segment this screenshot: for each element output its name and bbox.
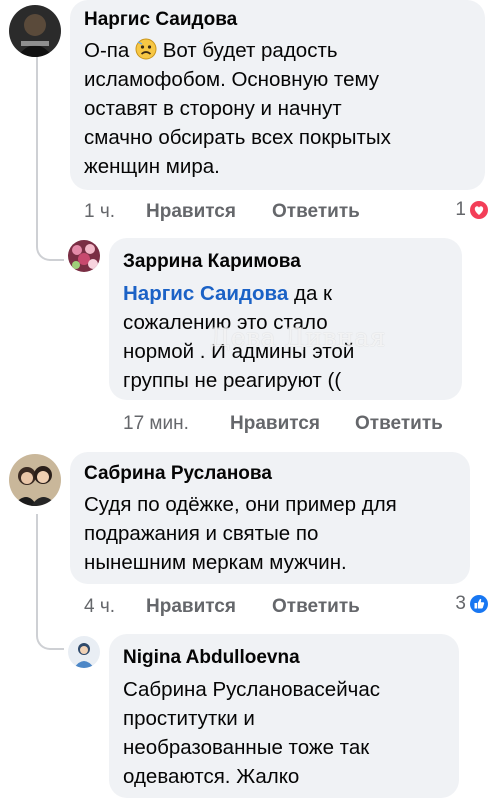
reply-button[interactable]: Ответить — [272, 595, 360, 619]
mention-link[interactable]: Наргис Саидова — [123, 282, 288, 305]
reply-button[interactable]: Ответить — [272, 200, 360, 224]
reaction-count: 1 — [455, 199, 466, 220]
reaction-summary[interactable]: 1 — [430, 198, 488, 222]
comment-timestamp[interactable]: 1 ч. — [84, 200, 115, 224]
comment-text-line: проститутки и — [123, 707, 255, 730]
thread-connector — [36, 514, 64, 650]
comment-text-line: одеваются. Жалко — [123, 765, 300, 788]
comment-timestamp[interactable]: 17 мин. — [123, 412, 189, 436]
comment-actions: 4 ч. Нравится Ответить — [84, 595, 384, 619]
reply-button[interactable]: Ответить — [355, 412, 443, 436]
comment-actions: 17 мин. Нравится Ответить — [123, 412, 463, 436]
comment-author[interactable]: Nigina Abdulloevna — [123, 646, 445, 670]
reaction-summary[interactable]: 3 — [430, 592, 488, 616]
comment-actions: 1 ч. Нравится Ответить — [84, 200, 384, 224]
like-button[interactable]: Нравится — [146, 200, 236, 224]
comment-text-line: группы не реагируют (( — [123, 369, 342, 392]
comment-author[interactable]: Сабрина Русланова — [84, 462, 456, 486]
comment-timestamp[interactable]: 4 ч. — [84, 595, 115, 619]
comment-text-line: необразованные тоже так — [123, 736, 370, 759]
comment-text-line: подражания и святые по — [84, 522, 319, 545]
comment-author[interactable]: Наргис Саидова — [84, 8, 471, 32]
comment-bubble: Наргис Саидова О-па Вот будет радость ис… — [70, 0, 485, 190]
comment-text-line: О-па — [84, 39, 130, 62]
comment-bubble: Сабрина Русланова Судя по одёжке, они пр… — [70, 452, 470, 584]
like-reaction-icon — [470, 595, 488, 613]
comment-author[interactable]: Заррина Каримова — [123, 250, 448, 274]
comment-bubble: Заррина Каримова Наргис Саидова да к сож… — [109, 238, 462, 400]
worried-face-emoji-icon — [135, 38, 157, 60]
comment-text-line: нынешним меркам мужчин. — [84, 551, 347, 574]
comment-text-line: смачно обсирать всех покрытых — [84, 126, 391, 149]
comment-text-line: женщин мира. — [84, 155, 220, 178]
avatar[interactable] — [9, 454, 61, 506]
reaction-count: 3 — [455, 593, 466, 614]
love-reaction-icon — [470, 201, 488, 219]
comment-text: Сабрина Руслановасейчас проститутки и не… — [123, 675, 445, 791]
comment-text-line: Сабрина Руслановасейчас — [123, 678, 380, 701]
comment-bubble: Nigina Abdulloevna Сабрина Руслановасейч… — [109, 634, 459, 798]
like-button[interactable]: Нравится — [230, 412, 320, 436]
avatar[interactable] — [68, 240, 100, 272]
comment-text: Судя по одёжке, они пример для подражани… — [84, 490, 456, 577]
thread-connector — [36, 56, 64, 261]
avatar[interactable] — [68, 636, 100, 668]
like-button[interactable]: Нравится — [146, 595, 236, 619]
comment-text-line: оставят в сторону и начнут — [84, 97, 342, 120]
comment-text-line: Судя по одёжке, они пример для — [84, 493, 397, 516]
comment-text-line: Вот будет радость — [162, 39, 338, 62]
comment-text-line: исламофобом. Основную тему — [84, 68, 380, 91]
comment-text: О-па Вот будет радость исламофобом. Осно… — [84, 36, 471, 181]
avatar[interactable] — [9, 5, 61, 57]
comment-text-line: да к — [294, 282, 333, 305]
watermark: Дева Дивная — [210, 323, 386, 352]
